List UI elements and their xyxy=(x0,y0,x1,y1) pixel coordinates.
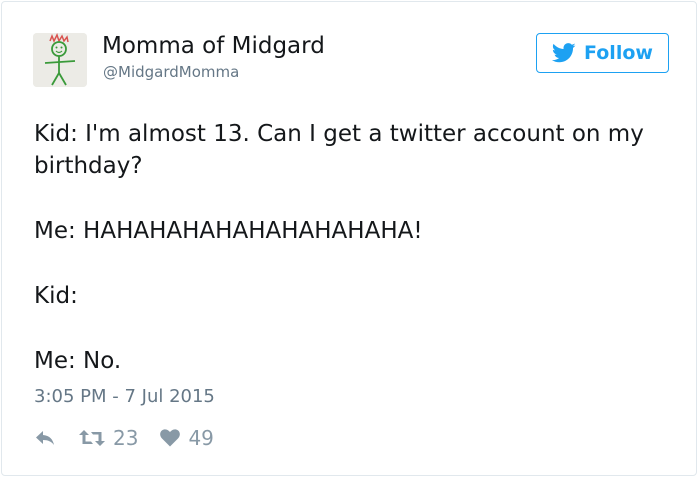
retweet-icon xyxy=(79,430,105,446)
tweet-paragraph: Kid: xyxy=(34,283,78,309)
like-count: 49 xyxy=(188,426,214,450)
heart-icon xyxy=(160,429,181,447)
tweet-paragraph: Me: HAHAHAHAHAHAHAHAHAHA! xyxy=(34,218,423,244)
reply-icon xyxy=(36,431,54,445)
author-display-name[interactable]: Momma of Midgard xyxy=(102,35,325,58)
tweet-text: Kid: I'm almost 13. Can I get a twitter … xyxy=(34,118,674,377)
tweet-actions: 23 49 xyxy=(34,426,214,450)
retweet-button[interactable]: 23 xyxy=(79,428,138,448)
bird-icon xyxy=(552,43,576,63)
tweet-paragraph: Kid: I'm almost 13. Can I get a twitter … xyxy=(34,121,644,179)
stick-figure-drawing xyxy=(33,33,87,87)
follow-button-label: Follow xyxy=(584,41,653,64)
tweet-card: Momma of Midgard @MidgardMomma Follow Ki… xyxy=(1,1,697,476)
author-handle[interactable]: @MidgardMomma xyxy=(103,65,239,80)
retweet-count: 23 xyxy=(113,426,139,450)
like-button[interactable]: 49 xyxy=(160,426,214,450)
tweet-paragraph: Me: No. xyxy=(34,348,122,374)
avatar[interactable] xyxy=(33,33,87,87)
follow-button[interactable]: Follow xyxy=(536,33,669,73)
tweet-timestamp[interactable]: 3:05 PM - 7 Jul 2015 xyxy=(34,388,215,406)
reply-button[interactable] xyxy=(34,429,56,447)
